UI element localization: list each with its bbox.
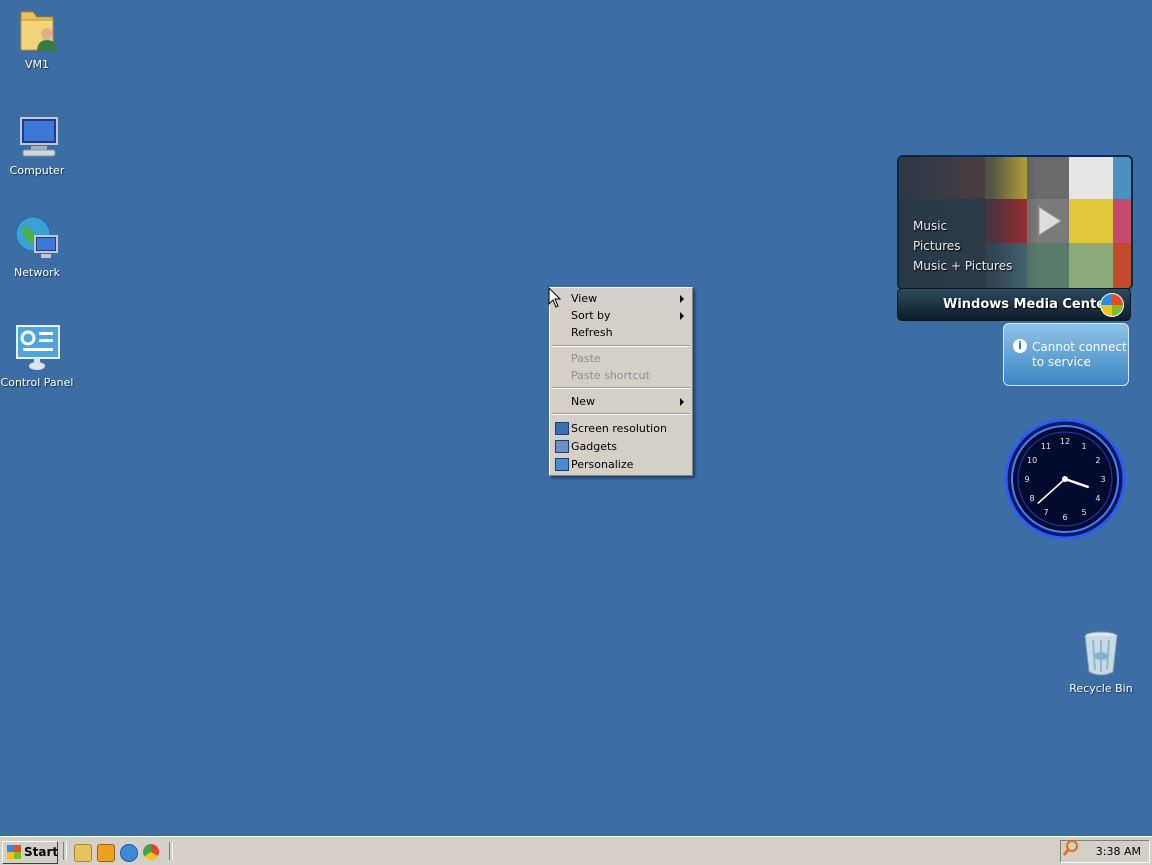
- desktop-icon-label: Network: [14, 266, 60, 279]
- network-icon: [13, 214, 61, 262]
- start-label: Start: [24, 845, 59, 859]
- media-player-icon[interactable]: [97, 844, 115, 862]
- explorer-icon[interactable]: [74, 844, 92, 862]
- service-status-gadget[interactable]: i Cannot connect to service: [1003, 323, 1129, 386]
- clock-number: 6: [1062, 513, 1067, 522]
- play-icon: [1038, 206, 1062, 236]
- menu-item-view[interactable]: View: [552, 290, 690, 307]
- desktop-icon-network[interactable]: Network: [0, 214, 77, 279]
- desktop-icon-label: Computer: [9, 164, 65, 177]
- service-status-message: Cannot connect to service: [1032, 340, 1127, 370]
- menu-item-paste: Paste: [552, 350, 690, 367]
- menu-item-screen-resolution[interactable]: Screen resolution: [552, 420, 690, 437]
- clock-number: 9: [1024, 475, 1029, 484]
- start-button[interactable]: Start: [2, 841, 58, 864]
- media-item-music-pictures[interactable]: Music + Pictures: [913, 259, 1012, 273]
- menu-separator: [552, 387, 690, 389]
- user-folder-icon: [13, 6, 61, 54]
- menu-item-label: New: [571, 395, 595, 408]
- internet-explorer-icon[interactable]: [120, 844, 138, 862]
- menu-separator: [552, 345, 690, 347]
- menu-item-label: Paste: [571, 352, 601, 365]
- menu-item-gadgets[interactable]: Gadgets: [552, 438, 690, 455]
- clock-number: 1: [1081, 442, 1086, 451]
- menu-item-sort-by[interactable]: Sort by: [552, 307, 690, 324]
- desktop-icon-recycle-bin[interactable]: Recycle Bin: [1061, 630, 1141, 695]
- taskbar: Start 3:38 AM: [0, 836, 1152, 865]
- desktop-icon-vm1[interactable]: VM1: [0, 6, 77, 71]
- clock-number: 11: [1041, 442, 1051, 451]
- clock-number: 5: [1081, 508, 1086, 517]
- submenu-arrow-icon: [680, 312, 684, 320]
- computer-icon: [13, 112, 61, 160]
- menu-item-new[interactable]: New: [552, 393, 690, 410]
- clock-center: [1062, 476, 1068, 482]
- menu-item-label: Gadgets: [571, 440, 618, 453]
- screen-resolution-icon: [555, 422, 569, 435]
- windows-logo-icon: [1100, 293, 1124, 317]
- info-icon: i: [1013, 339, 1027, 353]
- media-center-title: Windows Media Center: [943, 297, 1112, 312]
- clock-number: 12: [1060, 437, 1070, 446]
- clock-number: 8: [1030, 494, 1035, 503]
- taskbar-grip[interactable]: [169, 842, 173, 860]
- media-center-gadget[interactable]: Music Pictures Music + Pictures: [897, 155, 1133, 290]
- menu-item-personalize[interactable]: Personalize: [552, 456, 690, 473]
- menu-item-label: Screen resolution: [571, 422, 667, 435]
- message-line: Cannot connect: [1032, 340, 1127, 354]
- gadgets-icon: [555, 440, 569, 453]
- clock-number: 10: [1027, 456, 1037, 465]
- personalize-icon: [555, 458, 569, 471]
- menu-separator: [552, 413, 690, 415]
- media-center-title-bar[interactable]: Windows Media Center: [897, 288, 1131, 321]
- desktop-icon-label: Recycle Bin: [1069, 682, 1133, 695]
- submenu-arrow-icon: [680, 398, 684, 406]
- recycle-bin-icon: [1077, 630, 1125, 678]
- desktop-icon-label: VM1: [24, 58, 49, 71]
- message-line: to service: [1032, 355, 1091, 369]
- clock-number: 2: [1095, 456, 1100, 465]
- menu-item-label: View: [571, 292, 598, 305]
- menu-item-label: Refresh: [571, 326, 613, 339]
- tray-clock[interactable]: 3:38 AM: [1096, 845, 1141, 858]
- media-item-pictures[interactable]: Pictures: [913, 239, 961, 253]
- menu-item-paste-shortcut: Paste shortcut: [552, 367, 690, 384]
- desktop-icon-computer[interactable]: Computer: [0, 112, 77, 177]
- search-icon[interactable]: [1062, 839, 1080, 857]
- desktop-icon-label: Control Panel: [0, 376, 74, 389]
- menu-item-label: Personalize: [571, 458, 634, 471]
- desktop-icon-control-panel[interactable]: Control Panel: [0, 324, 77, 389]
- taskbar-grip[interactable]: [63, 842, 67, 860]
- control-panel-icon: [13, 324, 61, 372]
- windows-logo-icon: [7, 845, 21, 859]
- media-item-music[interactable]: Music: [913, 219, 947, 233]
- clock-number: 7: [1043, 508, 1048, 517]
- chrome-icon[interactable]: [143, 844, 159, 860]
- clock-number: 4: [1095, 494, 1100, 503]
- clock-number: 3: [1100, 475, 1105, 484]
- menu-item-label: Sort by: [571, 309, 611, 322]
- menu-item-refresh[interactable]: Refresh: [552, 324, 690, 341]
- submenu-arrow-icon: [680, 295, 684, 303]
- desktop-context-menu: View Sort by Refresh Paste Paste shortcu…: [549, 287, 693, 476]
- clock-gadget[interactable]: 12 12 3 45 6 78 9 10 11: [1004, 418, 1126, 540]
- mouse-cursor-icon: [548, 287, 562, 308]
- menu-item-label: Paste shortcut: [571, 369, 650, 382]
